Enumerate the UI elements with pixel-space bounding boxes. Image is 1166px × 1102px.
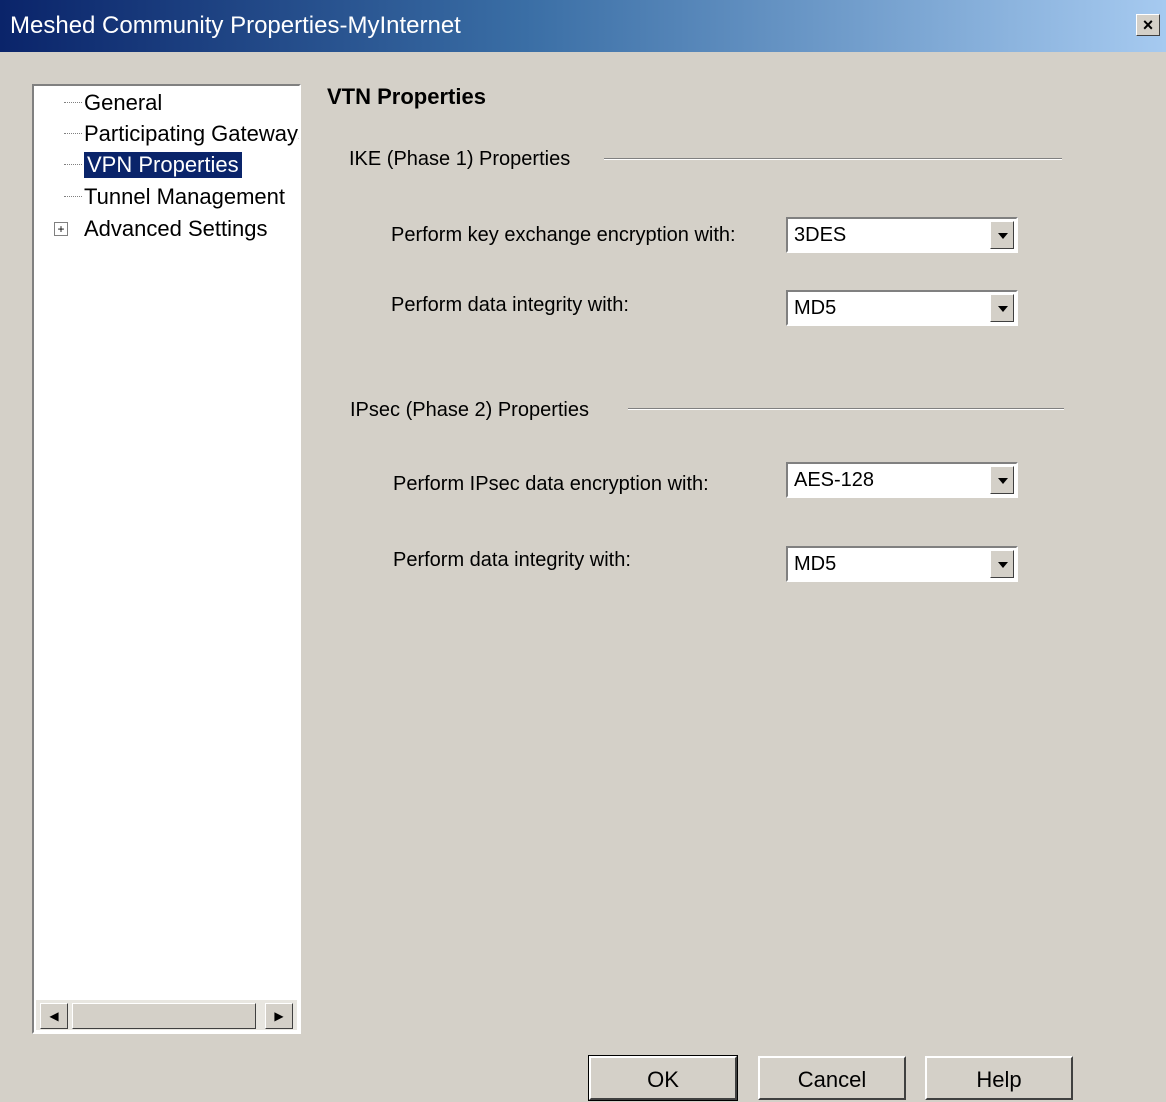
ike-encryption-value: 3DES — [794, 224, 847, 246]
ike-group-title: IKE (Phase 1) Properties — [349, 148, 571, 170]
scroll-thumb[interactable] — [72, 1003, 256, 1029]
cancel-button[interactable]: Cancel — [758, 1056, 906, 1100]
chevron-down-icon[interactable] — [990, 466, 1014, 494]
ike-encryption-label: Perform key exchange encryption with: — [391, 224, 736, 246]
tree-item-tunnel-management[interactable]: Tunnel Management — [84, 184, 285, 210]
ike-encryption-select[interactable]: 3DES — [786, 217, 1018, 253]
ipsec-group-title: IPsec (Phase 2) Properties — [350, 399, 589, 421]
tree-connector — [64, 196, 82, 197]
ike-integrity-value: MD5 — [794, 297, 837, 319]
ipsec-integrity-select[interactable]: MD5 — [786, 546, 1018, 582]
title-bar: Meshed Community Properties-MyInternet × — [0, 0, 1166, 52]
tree-item-participating-gateways[interactable]: Participating Gateways — [84, 121, 299, 147]
ipsec-integrity-value: MD5 — [794, 553, 837, 575]
page-title: VTN Properties — [327, 84, 486, 109]
tree-connector — [64, 133, 82, 134]
ipsec-encryption-value: AES-128 — [794, 469, 875, 491]
expand-icon[interactable]: + — [54, 222, 68, 236]
tree-connector — [64, 102, 82, 103]
close-button[interactable]: × — [1136, 14, 1160, 36]
ipsec-integrity-label: Perform data integrity with: — [393, 549, 631, 571]
chevron-down-icon[interactable] — [990, 294, 1014, 322]
scroll-left-icon[interactable]: ◀ — [40, 1003, 68, 1029]
chevron-down-icon[interactable] — [990, 550, 1014, 578]
tree-connector — [64, 164, 82, 165]
tree-item-advanced-settings[interactable]: Advanced Settings — [84, 216, 267, 242]
scroll-right-icon[interactable]: ▶ — [265, 1003, 293, 1029]
ike-integrity-label: Perform data integrity with: — [391, 294, 629, 316]
window-title: Meshed Community Properties-MyInternet — [10, 12, 461, 39]
ipsec-encryption-select[interactable]: AES-128 — [786, 462, 1018, 498]
ike-integrity-select[interactable]: MD5 — [786, 290, 1018, 326]
ike-group-divider — [604, 158, 1062, 160]
navigation-tree: General Participating Gateways VPN Prope… — [32, 84, 301, 1034]
tree-item-general[interactable]: General — [84, 90, 162, 116]
horizontal-scrollbar[interactable]: ◀ ▶ — [36, 1000, 297, 1030]
ok-button[interactable]: OK — [588, 1055, 738, 1101]
help-button[interactable]: Help — [925, 1056, 1073, 1100]
ipsec-group-divider — [628, 408, 1064, 410]
tree-item-vpn-properties[interactable]: VPN Properties — [84, 152, 242, 178]
ipsec-encryption-label: Perform IPsec data encryption with: — [393, 473, 709, 495]
chevron-down-icon[interactable] — [990, 221, 1014, 249]
